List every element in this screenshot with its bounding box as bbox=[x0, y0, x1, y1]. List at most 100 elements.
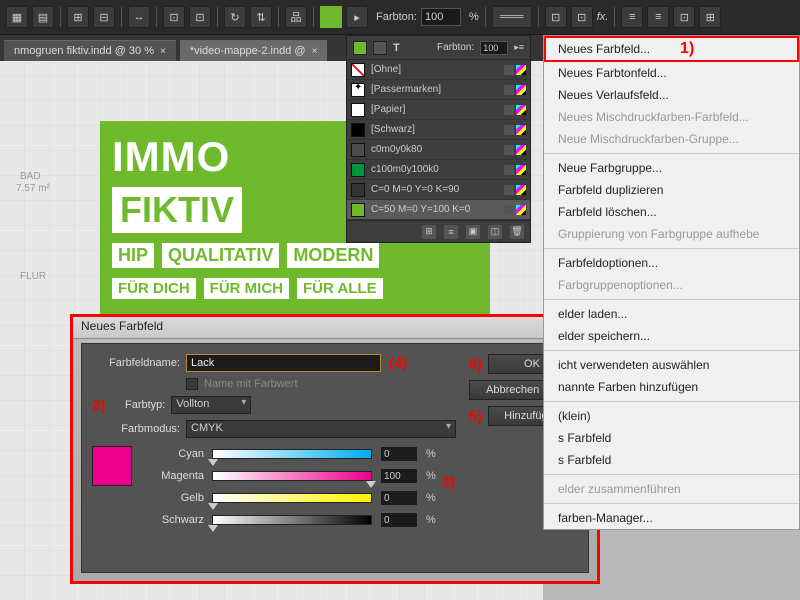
list-icon[interactable]: ≡ bbox=[444, 225, 458, 239]
color-type-select[interactable]: Vollton bbox=[171, 396, 251, 414]
dialog-annotation-border: Neues Farbfeld Farbfeldname: (4) Name mi… bbox=[70, 314, 600, 584]
new-swatch-icon[interactable]: ◫ bbox=[488, 225, 502, 239]
tool-btn[interactable]: ≡ bbox=[647, 6, 669, 28]
close-icon[interactable]: × bbox=[312, 46, 318, 57]
swatch-row[interactable]: [Schwarz] bbox=[347, 120, 530, 140]
tag-row: FÜR DICH FÜR MICH FÜR ALLE bbox=[112, 278, 478, 299]
menu-item: Neues Mischdruckfarben-Farbfeld... bbox=[544, 106, 799, 128]
tool-btn[interactable]: ⊞ bbox=[699, 6, 721, 28]
color-preview bbox=[92, 446, 132, 486]
tool-btn[interactable]: 品 bbox=[285, 6, 307, 28]
slider-track[interactable] bbox=[212, 493, 372, 503]
mode-label: Farbmodus: bbox=[92, 423, 180, 435]
fx-label[interactable]: fx. bbox=[597, 11, 609, 23]
menu-separator bbox=[544, 299, 799, 300]
menu-item[interactable]: elder laden... bbox=[544, 303, 799, 325]
swatch-name-input[interactable] bbox=[186, 354, 381, 372]
menu-item[interactable]: s Farbfeld bbox=[544, 449, 799, 471]
trash-icon[interactable]: 🗑 bbox=[510, 225, 524, 239]
tool-btn[interactable]: ⊡ bbox=[673, 6, 695, 28]
menu-item[interactable]: Farbfeld löschen... bbox=[544, 201, 799, 223]
tool-btn[interactable]: ▸ bbox=[346, 6, 368, 28]
close-icon[interactable]: × bbox=[160, 46, 166, 57]
menu-item[interactable]: Neues Verlaufsfeld... bbox=[544, 84, 799, 106]
divider bbox=[313, 7, 314, 27]
stroke-icon[interactable] bbox=[373, 41, 387, 55]
swatch-row[interactable]: c100m0y100k0 bbox=[347, 160, 530, 180]
name-with-value-checkbox[interactable] bbox=[186, 378, 198, 390]
annotation: 1) bbox=[680, 40, 694, 57]
tool-btn[interactable]: ⊡ bbox=[189, 6, 211, 28]
tool-btn[interactable]: ⊡ bbox=[571, 6, 593, 28]
slider-value-input[interactable] bbox=[380, 446, 418, 462]
slider-thumb[interactable] bbox=[208, 525, 218, 532]
tag: HIP bbox=[112, 243, 154, 268]
tool-btn[interactable]: ⇅ bbox=[250, 6, 272, 28]
swatch-row[interactable]: c0m0y0k80 bbox=[347, 140, 530, 160]
menu-item[interactable]: s Farbfeld bbox=[544, 427, 799, 449]
tool-btn[interactable]: ⊞ bbox=[67, 6, 89, 28]
menu-item[interactable]: Farbfeldoptionen... bbox=[544, 252, 799, 274]
menu-item[interactable]: farben-Manager... bbox=[544, 507, 799, 529]
slider-label: Gelb bbox=[144, 492, 204, 504]
tool-btn[interactable]: ↻ bbox=[224, 6, 246, 28]
text-icon[interactable]: T bbox=[393, 42, 400, 54]
color-mode-select[interactable]: CMYK bbox=[186, 420, 456, 438]
slider-track[interactable] bbox=[212, 515, 372, 525]
doc-tab[interactable]: *video-mappe-2.indd @× bbox=[180, 40, 328, 61]
folder-icon[interactable]: ▣ bbox=[466, 225, 480, 239]
menu-item[interactable]: Neues Farbfeld...1) bbox=[544, 36, 799, 62]
menu-item[interactable]: elder speichern... bbox=[544, 325, 799, 347]
slider-value-input[interactable] bbox=[380, 468, 418, 484]
menu-separator bbox=[544, 401, 799, 402]
swatch-row[interactable]: [Papier] bbox=[347, 100, 530, 120]
tint-input[interactable] bbox=[480, 41, 508, 55]
swatch-row[interactable]: C=0 M=0 Y=0 K=90 bbox=[347, 180, 530, 200]
swatch-indicators bbox=[504, 125, 526, 135]
swatch-row[interactable]: C=50 M=0 Y=100 K=0 bbox=[347, 200, 530, 220]
swatch-row[interactable]: [Passermarken] bbox=[347, 80, 530, 100]
menu-separator bbox=[544, 248, 799, 249]
swatch-color-icon bbox=[351, 203, 365, 217]
swatch-name: [Passermarken] bbox=[371, 84, 498, 95]
menu-item[interactable]: (klein) bbox=[544, 405, 799, 427]
tool-btn[interactable]: ⊟ bbox=[93, 6, 115, 28]
tool-btn[interactable]: ≡ bbox=[621, 6, 643, 28]
fill-icon[interactable] bbox=[353, 41, 367, 55]
menu-item[interactable]: icht verwendeten auswählen bbox=[544, 354, 799, 376]
annotation: 5) bbox=[469, 408, 482, 425]
menu-item[interactable]: nannte Farben hinzufügen bbox=[544, 376, 799, 398]
tool-btn[interactable]: ═══ bbox=[492, 6, 532, 28]
slider-value-input[interactable] bbox=[380, 512, 418, 528]
slider-thumb[interactable] bbox=[208, 459, 218, 466]
menu-item[interactable]: Neue Farbgruppe... bbox=[544, 157, 799, 179]
tint-input[interactable] bbox=[421, 8, 461, 26]
grid-icon[interactable]: ⊞ bbox=[422, 225, 436, 239]
doc-tab[interactable]: nmogruen fiktiv.indd @ 30 %× bbox=[4, 40, 176, 61]
swatches-footer: ⊞ ≡ ▣ ◫ 🗑 bbox=[347, 220, 530, 242]
menu-item[interactable]: Neues Farbtonfeld... bbox=[544, 62, 799, 84]
menu-item[interactable]: Farbfeld duplizieren bbox=[544, 179, 799, 201]
fill-color-icon[interactable] bbox=[320, 6, 342, 28]
swatch-color-icon bbox=[351, 103, 365, 117]
tool-btn[interactable]: ⊡ bbox=[545, 6, 567, 28]
swatch-color-icon bbox=[351, 163, 365, 177]
tool-btn[interactable]: ↔ bbox=[128, 6, 150, 28]
tool-btn[interactable]: ▤ bbox=[32, 6, 54, 28]
divider bbox=[60, 7, 61, 27]
bp-text: FLUR bbox=[20, 271, 46, 282]
swatch-indicators bbox=[504, 185, 526, 195]
tool-btn[interactable]: ▦ bbox=[6, 6, 28, 28]
panel-menu-icon[interactable]: ▸≡ bbox=[514, 42, 524, 53]
slider-thumb[interactable] bbox=[366, 481, 376, 488]
checkbox-label: Name mit Farbwert bbox=[204, 378, 298, 390]
swatch-name: [Ohne] bbox=[371, 64, 498, 75]
swatch-indicators bbox=[504, 65, 526, 75]
slider-value-input[interactable] bbox=[380, 490, 418, 506]
slider-track[interactable] bbox=[212, 449, 372, 459]
top-toolbar: ▦ ▤ ⊞ ⊟ ↔ ⊡ ⊡ ↻ ⇅ 品 ▸ Farbton: % ═══ ⊡ ⊡… bbox=[0, 0, 800, 35]
tool-btn[interactable]: ⊡ bbox=[163, 6, 185, 28]
slider-thumb[interactable] bbox=[208, 503, 218, 510]
slider-track[interactable] bbox=[212, 471, 372, 481]
swatch-row[interactable]: [Ohne] bbox=[347, 60, 530, 80]
